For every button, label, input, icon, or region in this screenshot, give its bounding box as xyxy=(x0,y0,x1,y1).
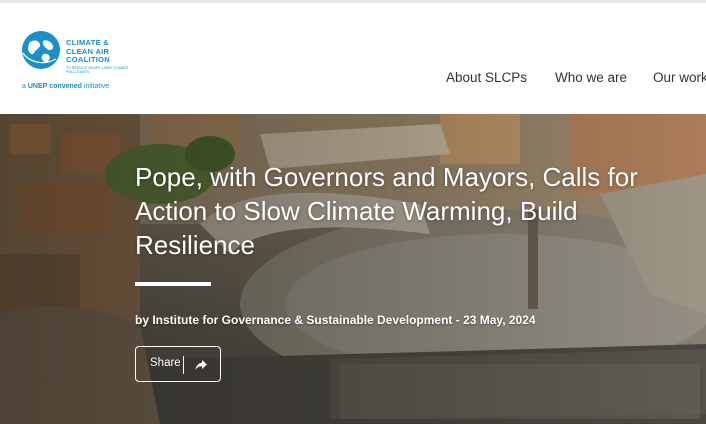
nav-item-our-work[interactable]: Our work xyxy=(653,70,706,85)
share-divider xyxy=(183,356,184,374)
nav-item-about-slcps[interactable]: About SLCPs xyxy=(446,70,527,85)
globe-icon xyxy=(22,31,60,69)
site-header: CLIMATE & CLEAN AIR COALITION TO REDUCE … xyxy=(0,3,706,114)
logo-line3: COALITION xyxy=(66,55,110,64)
nav-item-who-we-are[interactable]: Who we are xyxy=(555,70,627,85)
article-byline: by Institute for Governance & Sustainabl… xyxy=(135,313,536,327)
hero-banner: Pope, with Governors and Mayors, Calls f… xyxy=(0,114,706,424)
title-underline xyxy=(135,282,211,286)
share-arrow-icon xyxy=(195,360,207,370)
share-label: Share xyxy=(150,357,181,369)
share-button[interactable]: Share xyxy=(135,346,221,382)
article-title: Pope, with Governors and Mayors, Calls f… xyxy=(135,162,638,260)
logo-wordmark: CLIMATE & CLEAN AIR COALITION xyxy=(66,38,130,65)
main-nav: About SLCPs Who we are Our work xyxy=(0,70,706,90)
